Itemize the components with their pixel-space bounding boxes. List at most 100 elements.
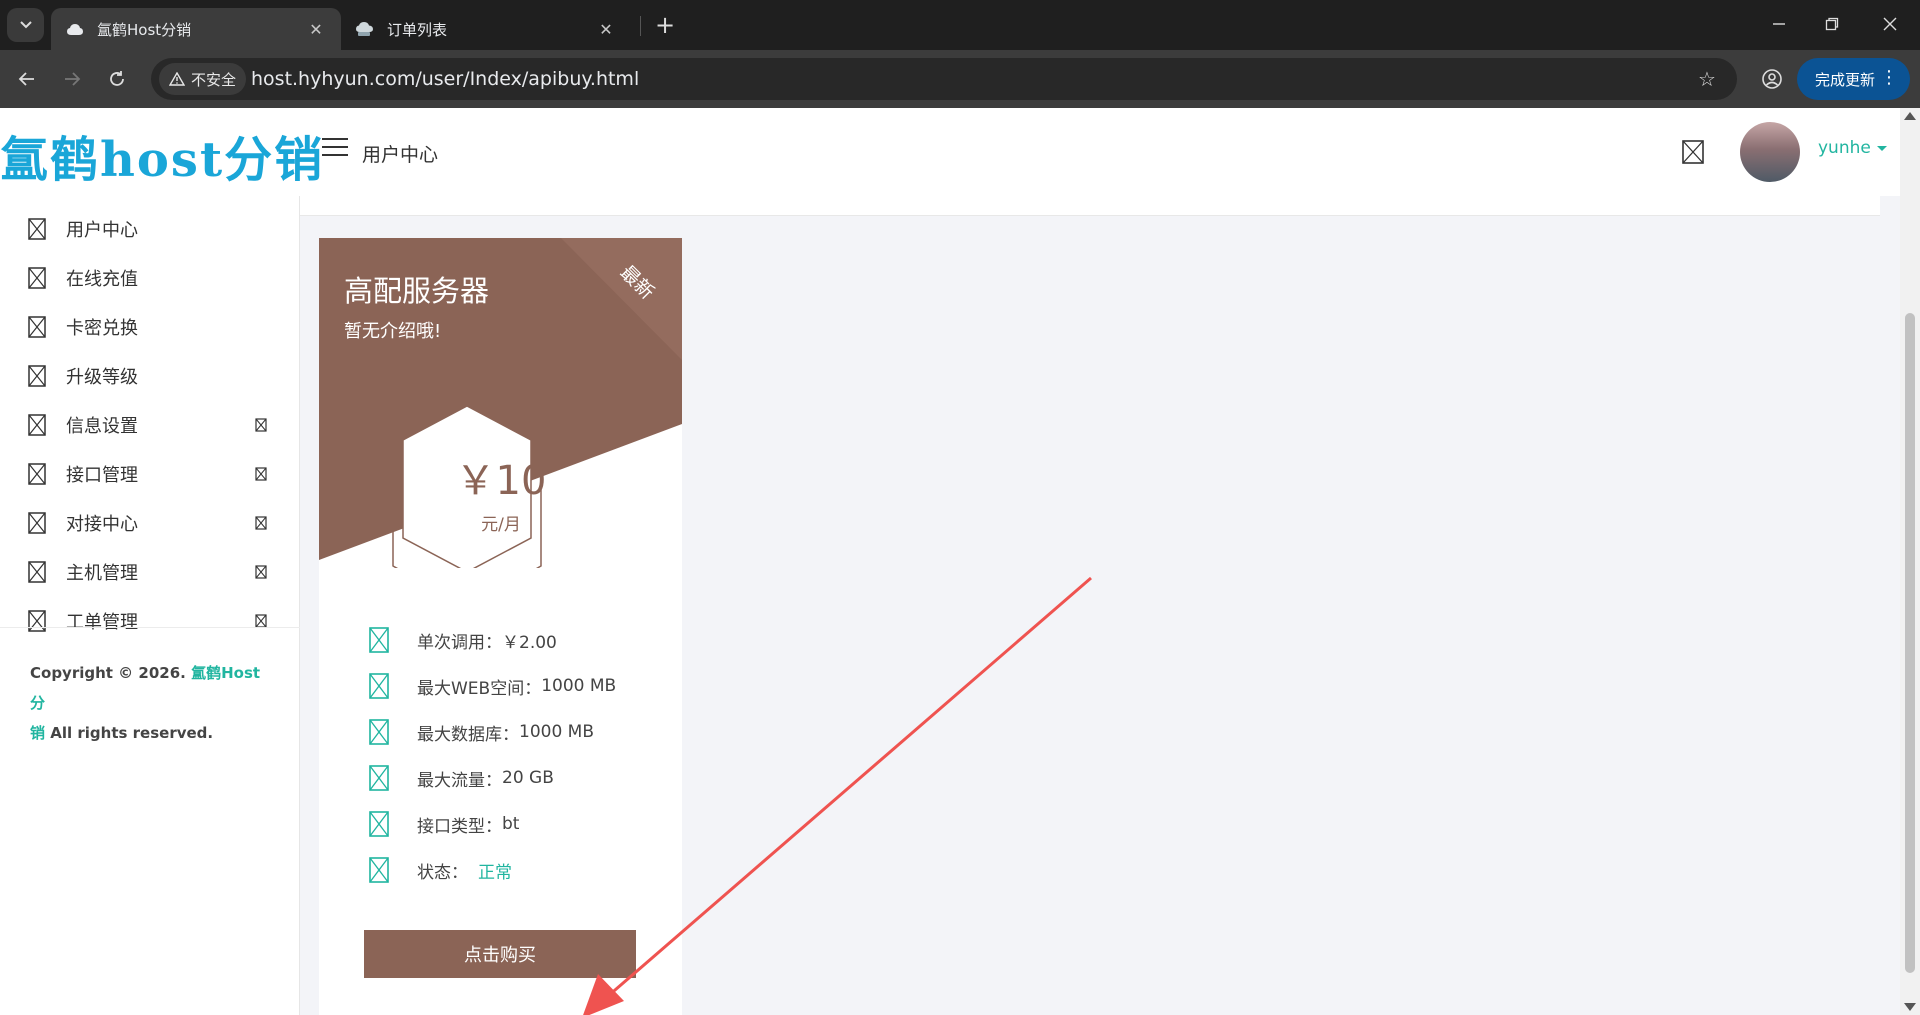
missing-image-icon (28, 315, 46, 338)
check-icon (369, 765, 389, 791)
copyright-brand-link[interactable]: 销 (30, 724, 45, 742)
url-text: host.hyhyun.com/user/Index/apibuy.html (251, 68, 640, 90)
expand-arrow-icon (255, 417, 267, 432)
arrow-right-icon (65, 72, 81, 86)
scroll-up-icon[interactable] (1904, 112, 1916, 120)
browser-tab-active[interactable]: 氲鹤Host分销 ✕ (51, 8, 341, 50)
minimize-button[interactable] (1755, 6, 1803, 42)
update-label: 完成更新 (1815, 70, 1876, 89)
sidebar-item-upgrade[interactable]: 升级等级 (0, 351, 300, 400)
feature-item: 最大流量： 20 GB (369, 764, 554, 792)
missing-image-icon (28, 217, 46, 240)
sidebar-item-label: 升级等级 (66, 366, 138, 388)
feature-value: 1000 MB (541, 676, 617, 696)
check-icon (369, 719, 389, 745)
reload-icon (110, 71, 124, 86)
sidebar-item-card-redeem[interactable]: 卡密兑换 (0, 302, 300, 351)
warning-icon (169, 72, 185, 86)
feature-value: 20 GB (502, 768, 554, 788)
username: yunhe (1818, 138, 1871, 158)
reload-button[interactable] (100, 62, 134, 96)
back-button[interactable] (10, 62, 44, 96)
feature-item: 最大WEB空间： 1000 MB (369, 672, 616, 700)
sidebar-item-host-management[interactable]: 主机管理 (0, 547, 300, 596)
cloud-icon (65, 19, 85, 39)
security-chip[interactable]: 不安全 (159, 63, 247, 95)
feature-label: 单次调用： (417, 632, 502, 653)
restore-button[interactable] (1808, 6, 1856, 42)
chevron-down-icon (19, 21, 32, 29)
caret-down-icon (1876, 145, 1887, 151)
sidebar-item-label: 工单管理 (66, 611, 138, 633)
tab-title: 氲鹤Host分销 (97, 20, 192, 39)
feature-item: 单次调用： ￥2.00 (369, 626, 557, 654)
sidebar-item-label: 主机管理 (66, 562, 138, 584)
sidebar-item-settings[interactable]: 信息设置 (0, 400, 300, 449)
close-icon[interactable]: ✕ (595, 18, 617, 40)
expand-arrow-icon (255, 515, 267, 530)
sidebar-item-tickets[interactable]: 工单管理 (0, 596, 300, 645)
copyright-prefix: Copyright © 2026. (30, 664, 186, 682)
card-title: 高配服务器 (344, 274, 490, 308)
feature-label: 接口类型： (417, 816, 502, 837)
page-scrollbar[interactable] (1900, 108, 1920, 1015)
card-description: 暂无介绍哦! (344, 321, 442, 342)
missing-image-icon (28, 266, 46, 289)
sidebar-item-label: 卡密兑换 (66, 317, 138, 339)
scroll-down-icon[interactable] (1904, 1003, 1916, 1011)
missing-image-icon (28, 511, 46, 534)
page-content: 氲鹤host分销 用户中心 yunhe 用户中心 在线充值 卡密兑换 升级等级 … (0, 108, 1900, 1015)
arrow-left-icon (18, 72, 34, 86)
feature-label: 最大流量： (417, 770, 502, 791)
close-icon[interactable]: ✕ (305, 18, 327, 40)
tab-search-button[interactable] (7, 8, 44, 42)
expand-arrow-icon (255, 564, 267, 579)
forward-button[interactable] (55, 62, 89, 96)
sidebar-item-label: 接口管理 (66, 464, 138, 486)
check-icon (369, 627, 389, 653)
sidebar-item-api-management[interactable]: 接口管理 (0, 449, 300, 498)
header-title: 用户中心 (362, 144, 439, 166)
sidebar-item-recharge[interactable]: 在线充值 (0, 253, 300, 302)
update-button[interactable]: 完成更新 ⋮ (1797, 58, 1910, 100)
new-tab-button[interactable]: + (650, 10, 680, 40)
close-window-button[interactable] (1866, 6, 1914, 42)
feature-item: 接口类型： bt (369, 810, 519, 838)
user-menu[interactable]: yunhe (1818, 138, 1887, 158)
scrollbar-thumb[interactable] (1905, 313, 1915, 973)
browser-toolbar: 不安全 host.hyhyun.com/user/Index/apibuy.ht… (0, 50, 1920, 108)
cloud-server-icon (355, 19, 375, 39)
content-top-strip (300, 196, 1880, 216)
site-logo[interactable]: 氲鹤host分销 (0, 120, 324, 188)
tab-separator (640, 16, 641, 36)
check-icon (369, 857, 389, 883)
menu-toggle-icon[interactable] (322, 138, 348, 158)
address-bar[interactable]: 不安全 host.hyhyun.com/user/Index/apibuy.ht… (151, 58, 1737, 100)
copyright: Copyright © 2026. 氲鹤Host分 销 All rights r… (30, 658, 270, 748)
avatar[interactable] (1740, 122, 1800, 182)
sidebar-item-label: 用户中心 (66, 219, 138, 241)
restore-icon (1825, 17, 1839, 31)
profile-button[interactable] (1755, 62, 1789, 96)
star-icon[interactable]: ☆ (1695, 67, 1719, 91)
sidebar-divider (0, 627, 300, 628)
feature-value: ￥2.00 (502, 632, 557, 653)
more-vert-icon: ⋮ (1880, 67, 1898, 88)
price-unit: 元/月 (481, 515, 521, 535)
copyright-suffix: All rights reserved. (50, 724, 214, 742)
close-icon (1883, 17, 1897, 31)
fullscreen-icon[interactable] (1682, 140, 1704, 164)
sidebar-item-integration[interactable]: 对接中心 (0, 498, 300, 547)
missing-image-icon (28, 364, 46, 387)
sidebar-item-user-center[interactable]: 用户中心 (0, 204, 300, 253)
feature-label: 最大WEB空间： (417, 678, 542, 699)
expand-arrow-icon (255, 613, 267, 628)
price: ￥10 (455, 458, 547, 504)
sidebar-item-label: 信息设置 (66, 415, 138, 437)
minimize-icon (1773, 23, 1785, 25)
security-label: 不安全 (191, 70, 237, 89)
buy-button[interactable]: 点击购买 (364, 930, 636, 978)
browser-tab[interactable]: 订单列表 ✕ (341, 8, 631, 50)
sidebar-item-label: 对接中心 (66, 513, 138, 535)
sidebar-item-label: 在线充值 (66, 268, 138, 290)
